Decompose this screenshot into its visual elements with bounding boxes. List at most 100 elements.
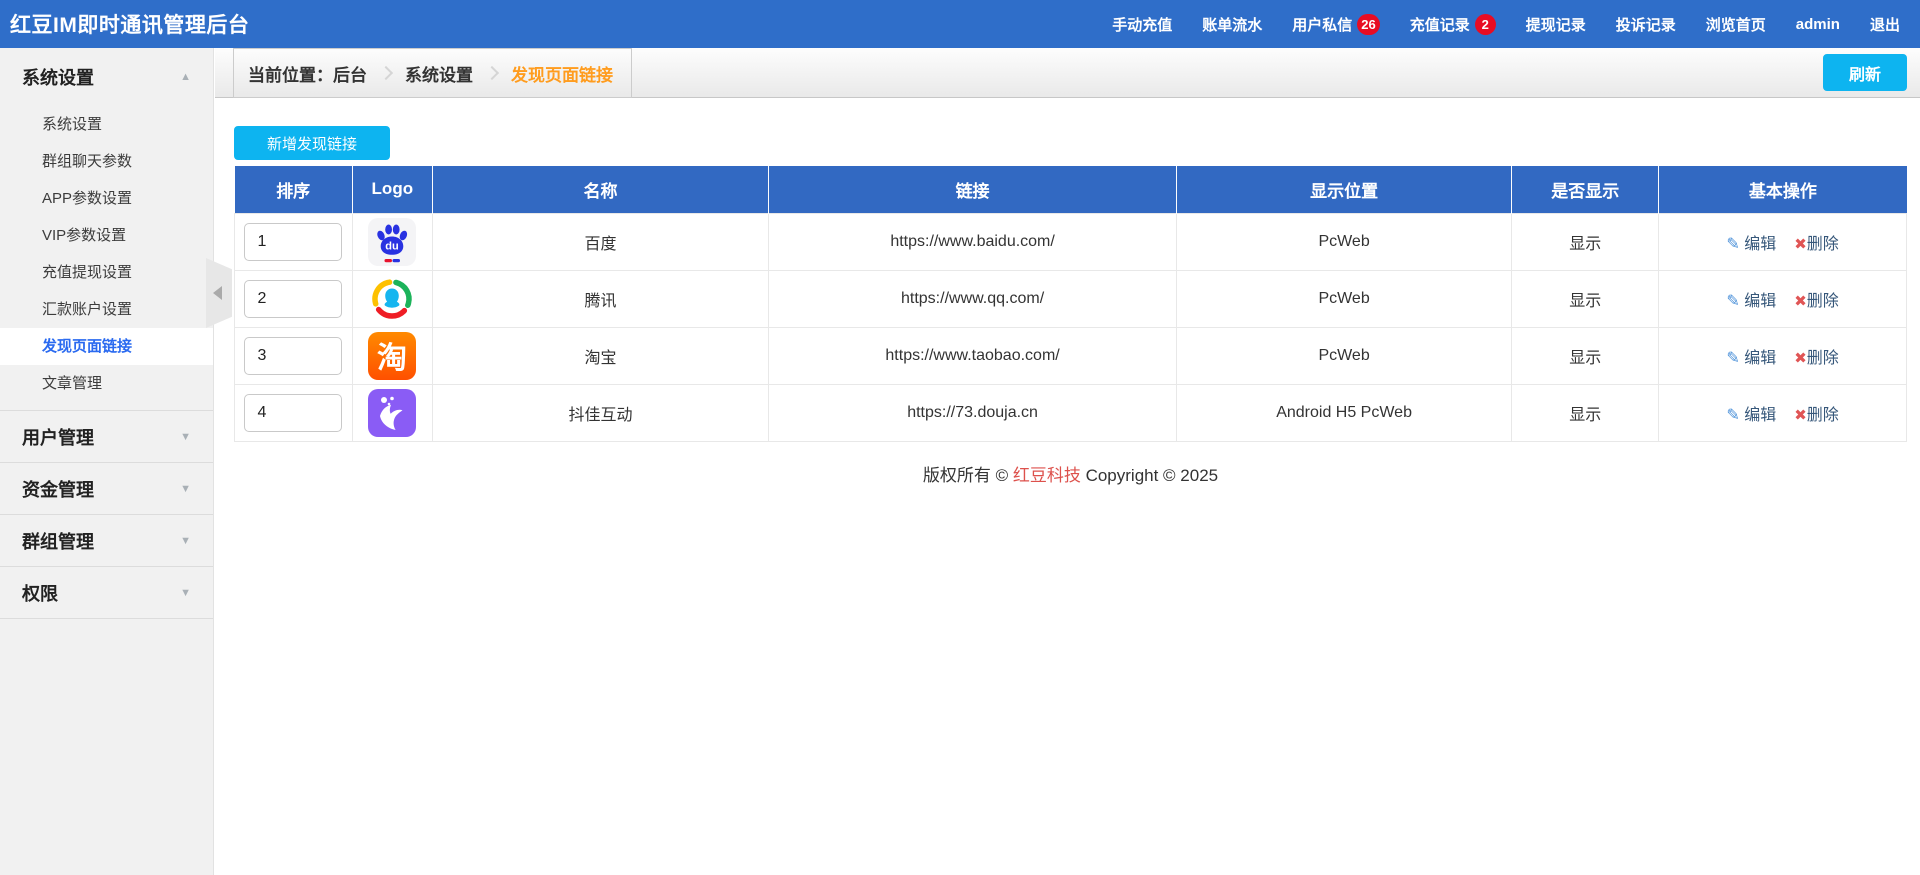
down-triangle-icon: ▼	[180, 535, 191, 547]
x-icon: ✖	[1794, 350, 1807, 367]
add-discover-link-button[interactable]: 新增发现链接	[234, 126, 390, 160]
nav-bill-flow[interactable]: 账单流水	[1202, 14, 1262, 35]
sidebar-item-group-chat-params[interactable]: 群组聊天参数	[0, 143, 213, 180]
down-triangle-icon: ▼	[180, 483, 191, 495]
delete-button[interactable]: ✖删除	[1794, 407, 1839, 424]
table-header-row: 排序 Logo 名称 链接 显示位置 是否显示 基本操作	[235, 166, 1907, 213]
chevron-right-icon	[379, 66, 393, 80]
svg-text:淘: 淘	[377, 341, 407, 376]
display-position: PcWeb	[1176, 213, 1512, 270]
sidebar-collapse-handle[interactable]	[206, 258, 232, 328]
sidebar-item-discover-links[interactable]: 发现页面链接	[0, 328, 213, 365]
col-header-position: 显示位置	[1176, 166, 1512, 213]
sidebar-submenu: 系统设置 群组聊天参数 APP参数设置 VIP参数设置 充值提现设置 汇款账户设…	[0, 106, 213, 410]
recharge-record-count-badge: 2	[1475, 14, 1496, 35]
breadcrumb: 当前位置： 后台 系统设置 发现页面链接	[233, 48, 632, 98]
visible-status: 显示	[1512, 384, 1659, 441]
sidebar-item-system-settings[interactable]: 系统设置	[0, 106, 213, 143]
table-row: 抖佳互动 https://73.douja.cn Android H5 PcWe…	[235, 384, 1907, 441]
display-position: PcWeb	[1176, 327, 1512, 384]
site-link: https://www.taobao.com/	[769, 327, 1176, 384]
sidebar-item-vip-params[interactable]: VIP参数设置	[0, 217, 213, 254]
up-triangle-icon: ▲	[180, 71, 191, 83]
site-name: 抖佳互动	[432, 384, 769, 441]
nav-recharge-records[interactable]: 充值记录2	[1410, 14, 1496, 35]
site-name: 淘宝	[432, 327, 769, 384]
pencil-icon: ✎	[1726, 293, 1739, 310]
delete-button[interactable]: ✖删除	[1794, 293, 1839, 310]
discover-links-table: 排序 Logo 名称 链接 显示位置 是否显示 基本操作	[234, 166, 1907, 442]
down-triangle-icon: ▼	[180, 587, 191, 599]
nav-private-messages[interactable]: 用户私信26	[1292, 14, 1379, 35]
col-header-visible: 是否显示	[1512, 166, 1659, 213]
app-title: 红豆IM即时通讯管理后台	[0, 9, 249, 39]
sidebar-group-header-funds-management[interactable]: 资金管理 ▼	[0, 463, 213, 514]
sidebar-item-remittance-account[interactable]: 汇款账户设置	[0, 291, 213, 328]
sort-input[interactable]	[244, 223, 342, 261]
delete-button[interactable]: ✖删除	[1794, 236, 1839, 253]
pencil-icon: ✎	[1726, 407, 1739, 424]
private-message-count-badge: 26	[1357, 14, 1379, 35]
table-row: 淘 淘宝 https://www.taobao.com/ PcWeb 显示 ✎ …	[235, 327, 1907, 384]
douja-logo	[368, 389, 416, 437]
breadcrumb-item-system-settings[interactable]: 系统设置	[405, 61, 473, 86]
sort-input[interactable]	[244, 394, 342, 432]
nav-admin-user[interactable]: admin	[1796, 16, 1840, 33]
nav-view-homepage[interactable]: 浏览首页	[1706, 14, 1766, 35]
sidebar: 系统设置 ▲ 系统设置 群组聊天参数 APP参数设置 VIP参数设置 充值提现设…	[0, 48, 214, 875]
chevron-right-icon	[485, 66, 499, 80]
sidebar-item-recharge-withdraw[interactable]: 充值提现设置	[0, 254, 213, 291]
sort-input[interactable]	[244, 280, 342, 318]
main-area: 当前位置： 后台 系统设置 发现页面链接 刷新 新增发现链接 排序 Logo 名…	[215, 48, 1920, 875]
nav-withdraw-records[interactable]: 提现记录	[1526, 14, 1586, 35]
pencil-icon: ✎	[1726, 350, 1739, 367]
col-header-logo: Logo	[352, 166, 432, 213]
sort-input[interactable]	[244, 337, 342, 375]
edit-button[interactable]: ✎ 编辑	[1726, 407, 1776, 424]
sidebar-item-article-management[interactable]: 文章管理	[0, 365, 213, 402]
x-icon: ✖	[1794, 293, 1807, 310]
col-header-link: 链接	[769, 166, 1176, 213]
edit-button[interactable]: ✎ 编辑	[1726, 293, 1776, 310]
visible-status: 显示	[1512, 270, 1659, 327]
sidebar-group-header-system-settings[interactable]: 系统设置 ▲	[0, 48, 213, 106]
svg-text:du: du	[386, 240, 399, 252]
sidebar-group-header-user-management[interactable]: 用户管理 ▼	[0, 411, 213, 462]
pencil-icon: ✎	[1726, 236, 1739, 253]
col-header-sort: 排序	[235, 166, 353, 213]
sidebar-group-user-management: 用户管理 ▼	[0, 410, 213, 462]
refresh-button[interactable]: 刷新	[1823, 54, 1907, 91]
visible-status: 显示	[1512, 213, 1659, 270]
col-header-operations: 基本操作	[1659, 166, 1907, 213]
tencent-logo	[368, 275, 416, 323]
breadcrumb-item-backend[interactable]: 后台	[333, 61, 367, 86]
nav-logout[interactable]: 退出	[1870, 14, 1900, 35]
sidebar-group-funds-management: 资金管理 ▼	[0, 462, 213, 514]
site-link: https://www.qq.com/	[769, 270, 1176, 327]
sidebar-group-group-management: 群组管理 ▼	[0, 514, 213, 566]
sidebar-group-header-group-management[interactable]: 群组管理 ▼	[0, 515, 213, 566]
x-icon: ✖	[1794, 407, 1807, 424]
company-name: 红豆科技	[1013, 466, 1081, 485]
down-triangle-icon: ▼	[180, 431, 191, 443]
taobao-logo: 淘	[368, 332, 416, 380]
sidebar-item-app-params[interactable]: APP参数设置	[0, 180, 213, 217]
copyright-footer: 版权所有 © 红豆科技 Copyright © 2025	[234, 461, 1907, 486]
breadcrumb-item-discover-links: 发现页面链接	[511, 61, 613, 86]
nav-complaint-records[interactable]: 投诉记录	[1616, 14, 1676, 35]
display-position: Android H5 PcWeb	[1176, 384, 1512, 441]
delete-button[interactable]: ✖删除	[1794, 350, 1839, 367]
site-link: https://www.baidu.com/	[769, 213, 1176, 270]
col-header-name: 名称	[432, 166, 769, 213]
breadcrumb-bar: 当前位置： 后台 系统设置 发现页面链接 刷新	[215, 48, 1920, 98]
sidebar-group-permissions: 权限 ▼	[0, 566, 213, 619]
nav-manual-recharge[interactable]: 手动充值	[1112, 14, 1172, 35]
content: 新增发现链接 排序 Logo 名称 链接 显示位置 是否显示 基本操作	[215, 98, 1920, 486]
top-header: 红豆IM即时通讯管理后台 手动充值 账单流水 用户私信26 充值记录2 提现记录…	[0, 0, 1920, 48]
table-row: 腾讯 https://www.qq.com/ PcWeb 显示 ✎ 编辑✖删除	[235, 270, 1907, 327]
site-name: 百度	[432, 213, 769, 270]
edit-button[interactable]: ✎ 编辑	[1726, 350, 1776, 367]
sidebar-group-header-permissions[interactable]: 权限 ▼	[0, 567, 213, 618]
edit-button[interactable]: ✎ 编辑	[1726, 236, 1776, 253]
baidu-logo: du	[368, 218, 416, 266]
